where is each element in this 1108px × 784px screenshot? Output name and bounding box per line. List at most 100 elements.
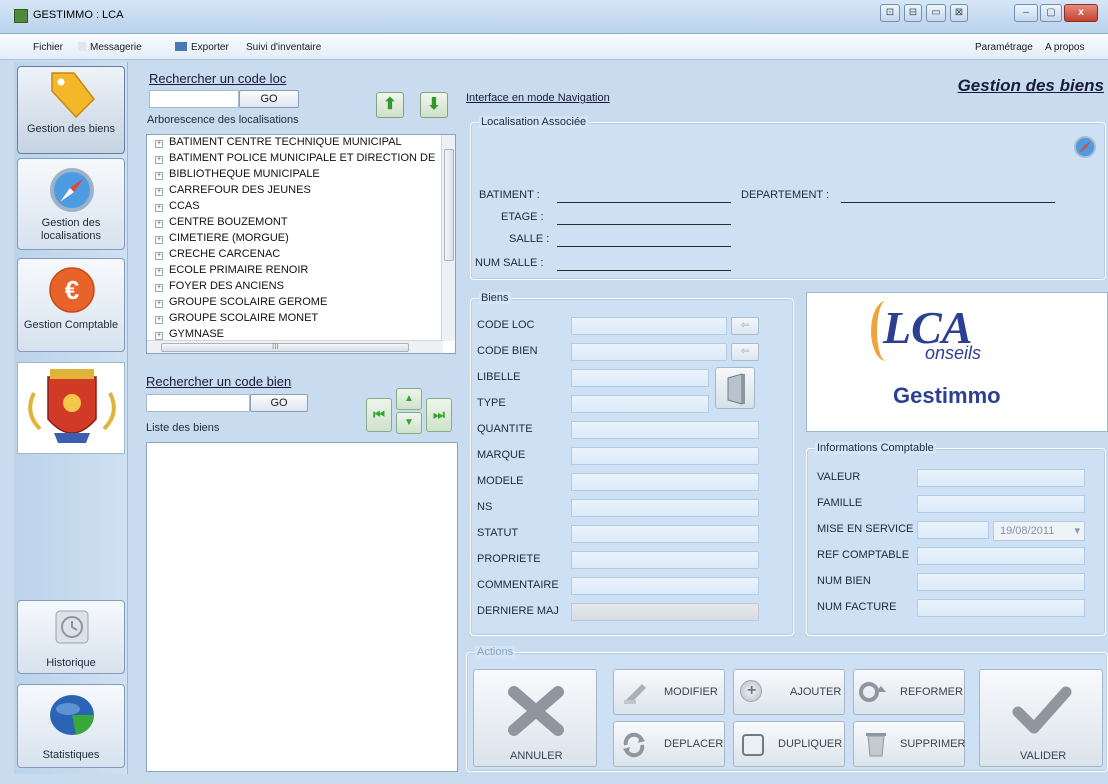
menu-a-propos[interactable]: A propos (1045, 42, 1084, 53)
mode-link[interactable]: Interface en mode Navigation (466, 92, 610, 104)
modele-input[interactable] (571, 473, 759, 491)
code-loc-fetch-button[interactable]: ⇦ (731, 317, 759, 335)
menu-parametrage[interactable]: Paramétrage (975, 42, 1033, 53)
expand-icon[interactable]: + (155, 172, 163, 180)
move-down-button[interactable]: ⬇ (420, 92, 448, 118)
tree-item[interactable]: + FOYER DES ANCIENS (155, 280, 284, 292)
tree-item[interactable]: + CCAS (155, 200, 200, 212)
window-extra-button-3[interactable]: ▭ (926, 4, 946, 22)
scroll-thumb[interactable]: III (161, 342, 409, 352)
window-extra-button-2[interactable]: ⊟ (904, 4, 922, 22)
history-icon (55, 610, 89, 644)
num-facture-input[interactable] (917, 599, 1085, 617)
code-bien-input[interactable] (571, 343, 727, 361)
tree-item-label: CENTRE BOUZEMONT (169, 216, 288, 228)
last-record-button[interactable]: ⏭ (426, 398, 452, 432)
famille-input[interactable] (917, 495, 1085, 513)
menu-fichier[interactable]: Fichier (33, 42, 63, 53)
biens-list[interactable] (146, 442, 458, 772)
libelle-input[interactable] (571, 369, 709, 387)
minimize-button[interactable]: – (1014, 4, 1038, 22)
search-loc-input[interactable] (149, 90, 239, 108)
deplacer-button[interactable]: DEPLACER (613, 721, 725, 767)
expand-icon[interactable]: + (155, 140, 163, 148)
annuler-button[interactable]: ANNULER (473, 669, 597, 767)
valider-button[interactable]: VALIDER (979, 669, 1103, 767)
field-label: MARQUE (477, 449, 526, 461)
tree-horizontal-scrollbar[interactable]: III (147, 340, 443, 353)
scroll-thumb[interactable] (444, 149, 454, 261)
mise-en-service-input[interactable] (917, 521, 989, 539)
first-record-button[interactable]: ⏮ (366, 398, 392, 432)
location-tree[interactable]: + BATIMENT CENTRE TECHNIQUE MUNICIPAL + BA… (146, 134, 456, 354)
tree-item[interactable]: + CIMETIERE (MORGUE) (155, 232, 289, 244)
modifier-button[interactable]: MODIFIER (613, 669, 725, 715)
tree-vertical-scrollbar[interactable] (441, 135, 455, 341)
biens-group-title: Biens (479, 292, 511, 304)
tree-item[interactable]: + BATIMENT POLICE MUNICIPALE ET DIRECTION… (155, 152, 435, 164)
expand-icon[interactable]: + (155, 236, 163, 244)
menu-suivi-inventaire[interactable]: Suivi d'inventaire (246, 42, 321, 53)
ns-input[interactable] (571, 499, 759, 517)
menu-exporter[interactable]: Exporter (175, 42, 229, 53)
compass-icon[interactable] (1073, 135, 1097, 159)
tree-item[interactable]: + BIBLIOTHEQUE MUNICIPALE (155, 168, 320, 180)
window-extra-button-1[interactable]: ⊡ (880, 4, 900, 22)
field-label: STATUT (477, 527, 519, 539)
expand-icon[interactable]: + (155, 332, 163, 340)
tree-item[interactable]: + CENTRE BOUZEMONT (155, 216, 288, 228)
tree-item[interactable]: + ECOLE PRIMAIRE RENOIR (155, 264, 308, 276)
move-up-button[interactable]: ⬆ (376, 92, 404, 118)
search-bien-input[interactable] (146, 394, 250, 412)
nav-gestion-biens[interactable]: Gestion des biens (17, 66, 125, 154)
image-button[interactable] (715, 367, 755, 409)
city-crest-image (17, 362, 125, 454)
search-bien-go-button[interactable]: GO (250, 394, 308, 412)
tree-item[interactable]: + GROUPE SCOLAIRE GEROME (155, 296, 327, 308)
expand-icon[interactable]: + (155, 268, 163, 276)
expand-icon[interactable]: + (155, 284, 163, 292)
maximize-button[interactable]: ▢ (1040, 4, 1062, 22)
expand-icon[interactable]: + (155, 300, 163, 308)
statut-input[interactable] (571, 525, 759, 543)
expand-icon[interactable]: + (155, 204, 163, 212)
nav-statistiques[interactable]: Statistiques (17, 684, 125, 768)
next-record-button[interactable]: ▼ (396, 412, 422, 434)
valider-label: VALIDER (1020, 750, 1067, 762)
reformer-button[interactable]: REFORMER (853, 669, 965, 715)
mise-en-service-date-picker[interactable]: 19/08/2011 ▾ (993, 521, 1085, 541)
expand-icon[interactable]: + (155, 156, 163, 164)
ajouter-button[interactable]: + AJOUTER (733, 669, 845, 715)
supprimer-button[interactable]: SUPPRIMER (853, 721, 965, 767)
menu-messagerie[interactable]: Messagerie (78, 42, 142, 53)
close-button[interactable]: x (1064, 4, 1098, 22)
expand-icon[interactable]: + (155, 188, 163, 196)
search-loc-go-button[interactable]: GO (239, 90, 299, 108)
expand-icon[interactable]: + (155, 252, 163, 260)
window-extra-button-4[interactable]: ⊠ (950, 4, 968, 22)
marque-input[interactable] (571, 447, 759, 465)
code-bien-fetch-button[interactable]: ⇦ (731, 343, 759, 361)
tree-item[interactable]: + BATIMENT CENTRE TECHNIQUE MUNICIPAL (155, 136, 402, 148)
tree-item[interactable]: + CRECHE CARCENAC (155, 248, 280, 260)
valeur-input[interactable] (917, 469, 1085, 487)
tree-item[interactable]: + GYMNASE (155, 328, 224, 340)
nav-historique[interactable]: Historique (17, 600, 125, 674)
chevron-down-icon[interactable]: ▾ (1074, 522, 1080, 540)
quantite-input[interactable] (571, 421, 759, 439)
tree-item[interactable]: + CARREFOUR DES JEUNES (155, 184, 311, 196)
type-input[interactable] (571, 395, 709, 413)
actions-group-title: Actions (475, 646, 516, 658)
code-loc-input[interactable] (571, 317, 727, 335)
commentaire-input[interactable] (571, 577, 759, 595)
nav-gestion-localisations[interactable]: Gestion des localisations (17, 158, 125, 250)
num-bien-input[interactable] (917, 573, 1085, 591)
nav-gestion-comptable[interactable]: € Gestion Comptable (17, 258, 125, 352)
expand-icon[interactable]: + (155, 316, 163, 324)
propriete-input[interactable] (571, 551, 759, 569)
expand-icon[interactable]: + (155, 220, 163, 228)
tree-item[interactable]: + GROUPE SCOLAIRE MONET (155, 312, 318, 324)
dupliquer-button[interactable]: DUPLIQUER (733, 721, 845, 767)
previous-record-button[interactable]: ▲ (396, 388, 422, 410)
ref-comptable-input[interactable] (917, 547, 1085, 565)
